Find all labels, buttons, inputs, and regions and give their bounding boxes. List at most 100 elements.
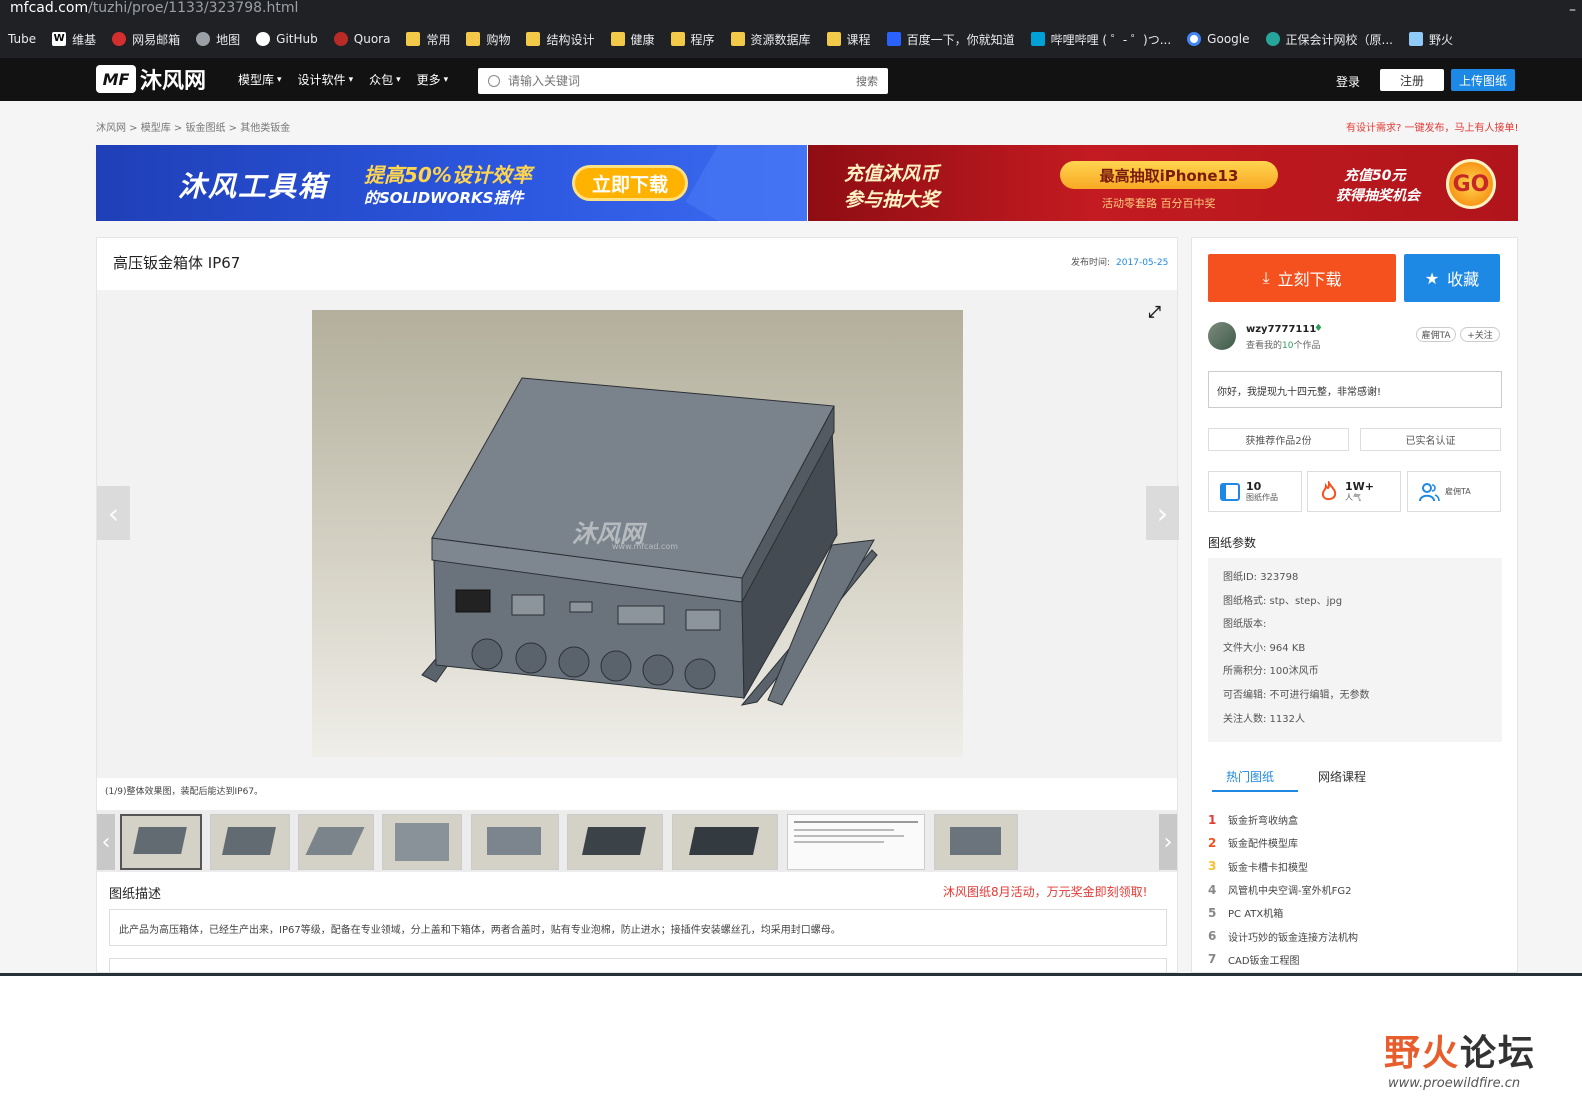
list-item[interactable]: 4 风管机中央空调-室外机FG2 <box>1208 878 1502 901</box>
stat-works[interactable]: 10 图纸作品 <box>1208 471 1302 512</box>
blank-area <box>0 973 1582 1119</box>
banner-text: 参与抽大奖 <box>844 189 940 211</box>
thumbnail[interactable] <box>787 814 925 870</box>
recharge-banner[interactable]: 充值沐风币 参与抽大奖 最高抽取iPhone13 活动零套路 百分百中奖 充值5… <box>808 145 1518 221</box>
banner-download-button[interactable]: 立即下载 <box>572 165 688 201</box>
favorite-button[interactable]: ★ 收藏 <box>1404 254 1500 302</box>
bookmark-bilibili[interactable]: 哔哩哔哩 ( ゜- ゜)つ... <box>1023 26 1180 52</box>
nav-crowdsource[interactable]: 众包 ▾ <box>369 71 401 88</box>
thumbnail[interactable] <box>120 814 202 870</box>
flame-icon <box>1321 480 1337 500</box>
follow-button[interactable]: +关注 <box>1460 327 1500 342</box>
bookmark-wiki[interactable]: W 维基 <box>44 26 104 52</box>
list-item[interactable]: 7 CAD钣金工程图 <box>1208 948 1502 971</box>
banner-subtitle: 提高50%设计效率 <box>364 163 532 187</box>
demand-link[interactable]: 有设计需求? 一键发布，马上有人接单! <box>1346 119 1519 134</box>
stat-hire[interactable]: 雇佣TA <box>1407 471 1501 512</box>
page-title: 高压钣金箱体 IP67 <box>113 254 241 272</box>
banner-prize-pill: 最高抽取iPhone13 <box>1060 161 1278 189</box>
prev-image-button[interactable]: ‹ <box>97 486 130 540</box>
breadcrumb[interactable]: 沐风网 > 模型库 > 钣金图纸 > 其他类钣金 <box>96 119 290 134</box>
netease-icon <box>112 32 127 46</box>
bookmark-quora[interactable]: Quora <box>326 26 399 52</box>
list-item[interactable]: 5 PC ATX机箱 <box>1208 901 1502 924</box>
author-name[interactable]: wzy7777111 <box>1246 324 1316 335</box>
thumbnail[interactable] <box>567 814 663 870</box>
active-tab-indicator <box>1212 790 1298 792</box>
chevron-left-icon: ‹ <box>101 829 111 855</box>
promo-link[interactable]: 沐风图纸8月活动，万元奖金即刻领取! <box>943 883 1147 900</box>
site-logo[interactable]: MF 沐风网 <box>96 64 206 94</box>
image-viewer: 沐风网 www.mfcad.com ⤢ ‹ › <box>97 290 1179 778</box>
bookmark-google[interactable]: Google <box>1179 26 1257 52</box>
globe-icon <box>196 32 211 46</box>
folder-icon <box>730 32 745 46</box>
logo-mark-icon: MF <box>96 65 136 93</box>
list-item[interactable]: 6 设计巧妙的钣金连接方法机构 <box>1208 924 1502 947</box>
bookmark-chinaacc[interactable]: 正保会计网校（原... <box>1258 26 1401 52</box>
window-control-icon[interactable]: – <box>1569 2 1576 18</box>
bookmark-map[interactable]: 地图 <box>188 26 248 52</box>
main-preview-image[interactable]: 沐风网 www.mfcad.com <box>312 310 963 757</box>
verified-tag: 已实名认证 <box>1360 428 1501 451</box>
avatar[interactable] <box>1208 322 1236 350</box>
bookmark-folder-health[interactable]: 健康 <box>603 26 663 52</box>
toolbox-banner[interactable]: 沐风工具箱 提高50%设计效率 的SOLIDWORKS插件 立即下载 <box>96 145 807 221</box>
tab-hot-drawings[interactable]: 热门图纸 <box>1226 768 1274 785</box>
banner-subtitle-2: 的SOLIDWORKS插件 <box>364 189 524 207</box>
side-tabs: 热门图纸 网络课程 <box>1208 764 1502 792</box>
bookmark-yehuo[interactable]: 野火 <box>1401 26 1461 52</box>
bookmark-folder-shopping[interactable]: 购物 <box>458 26 518 52</box>
bookmark-folder-courses[interactable]: 课程 <box>819 26 879 52</box>
go-button[interactable]: GO <box>1446 159 1496 209</box>
next-image-button[interactable]: › <box>1146 486 1179 540</box>
bookmark-baidu[interactable]: 百度一下，你就知道 <box>879 26 1023 52</box>
search-button[interactable]: 搜索 <box>856 73 878 89</box>
search-input[interactable] <box>508 74 856 88</box>
stat-popularity[interactable]: 1W+ 人气 <box>1307 471 1401 512</box>
register-button[interactable]: 注册 <box>1380 69 1444 91</box>
chevron-down-icon: ▾ <box>277 74 282 85</box>
bookmark-folder-common[interactable]: 常用 <box>398 26 458 52</box>
thumbnail[interactable] <box>298 814 374 870</box>
thumb-prev-button[interactable]: ‹ <box>97 814 115 870</box>
bookmark-folder-resources[interactable]: 资源数据库 <box>723 26 819 52</box>
banner-text: 充值沐风币 <box>844 163 940 185</box>
nav-more[interactable]: 更多 ▾ <box>417 71 449 88</box>
thumbnail[interactable] <box>210 814 290 870</box>
bookmark-folder-programs[interactable]: 程序 <box>663 26 723 52</box>
param-id: 图纸ID: 323798 <box>1223 572 1299 583</box>
list-item[interactable]: 2 钣金配件模型库 <box>1208 831 1502 854</box>
bookmark-tube[interactable]: Tube <box>0 26 44 52</box>
thumbnail[interactable] <box>934 814 1018 870</box>
bilibili-icon <box>1030 32 1045 46</box>
download-button[interactable]: ⤓ 立刻下载 <box>1208 254 1396 302</box>
list-item[interactable]: 3 钣金卡槽卡扣模型 <box>1208 855 1502 878</box>
bookmark-163mail[interactable]: 网易邮箱 <box>104 26 188 52</box>
url-host: mfcad.com <box>10 0 89 16</box>
thumbnail[interactable] <box>382 814 462 870</box>
fullscreen-icon[interactable]: ⤢ <box>1148 302 1168 322</box>
folder-icon <box>526 32 541 46</box>
thumbnail[interactable] <box>672 814 778 870</box>
login-link[interactable]: 登录 <box>1336 73 1360 90</box>
upload-button[interactable]: 上传图纸 <box>1451 69 1515 91</box>
tab-online-courses[interactable]: 网络课程 <box>1318 768 1366 785</box>
param-size: 文件大小: 964 KB <box>1223 642 1306 654</box>
bookmark-github[interactable]: GitHub <box>248 26 326 52</box>
github-icon <box>256 32 271 46</box>
hot-list: 1 钣金折弯收纳盒 2 钣金配件模型库 3 钣金卡槽卡扣模型 4 风管机中央空调-室外机… <box>1208 808 1502 971</box>
chevron-right-icon: › <box>1163 829 1173 855</box>
folder-icon <box>670 32 685 46</box>
address-bar[interactable]: mfcad.com/tuzhi/proe/1133/323798.html <box>0 0 298 18</box>
list-item[interactable]: 1 钣金折弯收纳盒 <box>1208 808 1502 831</box>
author-works-link[interactable]: 查看我的10个作品 <box>1246 338 1320 351</box>
params-heading: 图纸参数 <box>1208 536 1257 550</box>
thumbnail[interactable] <box>471 814 559 870</box>
bookmark-folder-structure[interactable]: 结构设计 <box>518 26 602 52</box>
hire-button[interactable]: 雇佣TA <box>1416 327 1456 342</box>
star-icon: ★ <box>1424 268 1440 288</box>
nav-model-library[interactable]: 模型库 ▾ <box>238 71 282 88</box>
thumb-next-button[interactable]: › <box>1159 814 1177 870</box>
nav-design-software[interactable]: 设计软件 ▾ <box>298 71 354 88</box>
